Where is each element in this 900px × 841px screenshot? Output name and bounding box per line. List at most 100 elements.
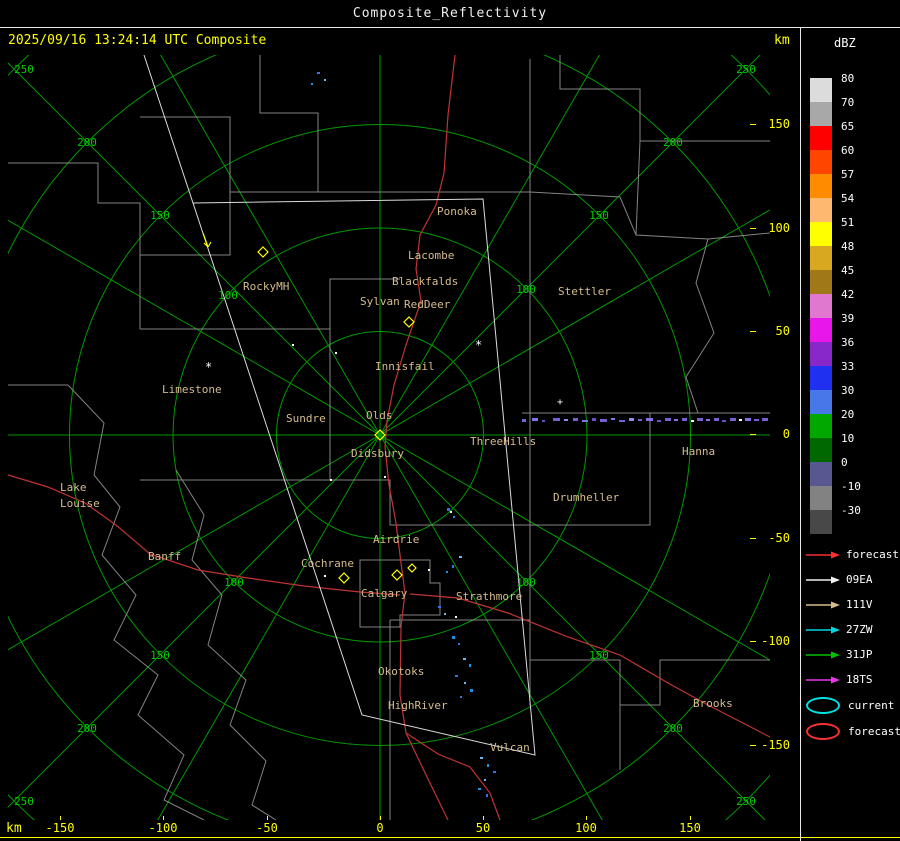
asterisk-marker: * <box>475 338 482 352</box>
svg-text:150: 150 <box>589 209 609 222</box>
colorbar-swatch <box>810 270 832 294</box>
svg-text:250: 250 <box>736 63 756 76</box>
forecast-arrow-icon <box>806 550 842 560</box>
bottom-axis-label: -150 <box>45 821 75 835</box>
track-legend-row: 111V <box>806 592 900 617</box>
city-label: Limestone <box>162 383 222 396</box>
ellipse-legend-row: current <box>806 692 900 718</box>
colorbar-label: 51 <box>841 216 855 229</box>
bottom-axis-tick <box>483 816 484 820</box>
legend-separator-line <box>800 27 801 841</box>
colorbar-label: 20 <box>841 408 855 421</box>
track-label: 09EA <box>846 573 873 586</box>
window-title-bar: Composite_Reflectivity <box>0 0 900 28</box>
city-label: Strathmore <box>456 590 522 603</box>
right-axis-label: -150 <box>761 738 790 752</box>
bottom-axis-unit: km <box>6 821 22 836</box>
colorbar-label: 0 <box>841 456 848 469</box>
colorbar-label: 42 <box>841 288 855 301</box>
city-label: RedDeer <box>404 298 451 311</box>
bottom-axis-label: 100 <box>575 821 597 835</box>
colorbar-label: 80 <box>841 72 855 85</box>
colorbar-swatch <box>810 102 832 126</box>
svg-text:100: 100 <box>516 283 536 296</box>
colorbar-row: -30 <box>810 504 861 534</box>
colorbar-label: 65 <box>841 120 855 133</box>
city-label: Hanna <box>682 445 715 458</box>
window-title: Composite_Reflectivity <box>352 6 548 21</box>
bottom-axis-label: 50 <box>475 821 491 835</box>
right-axis-label: 100 <box>768 221 790 235</box>
track-arrow-icon <box>806 625 842 635</box>
city-label: Sylvan <box>360 295 400 308</box>
svg-text:250: 250 <box>14 795 34 808</box>
city-label: Innisfail <box>375 360 435 373</box>
city-label: Cochrane <box>301 557 354 570</box>
svg-text:250: 250 <box>736 795 756 808</box>
colorbar-label: 36 <box>841 336 855 349</box>
colorbar-label: 60 <box>841 144 855 157</box>
colorbar-swatch <box>810 390 832 414</box>
svg-text:100: 100 <box>224 576 244 589</box>
city-label: Vulcan <box>490 741 530 754</box>
ellipse-legend-row: forecast <box>806 718 900 744</box>
radar-map-canvas: * * + 250 200 150 100 250 200 150 100 25… <box>8 55 770 820</box>
bottom-axis-tick <box>586 816 587 820</box>
right-axis-label: 150 <box>768 117 790 131</box>
track-arrow-icon <box>806 650 842 660</box>
track-arrow-icon <box>806 675 842 685</box>
bottom-axis-tick <box>267 816 268 820</box>
right-axis-unit: km <box>774 33 790 48</box>
radar-map-viewport: * * + 250 200 150 100 250 200 150 100 25… <box>8 55 770 820</box>
colorbar-swatch <box>810 462 832 486</box>
svg-text:100: 100 <box>218 289 238 302</box>
colorbar-label: 30 <box>841 384 855 397</box>
svg-text:200: 200 <box>663 136 683 149</box>
track-legend-row: forecast <box>806 542 900 567</box>
city-label: Airdrie <box>373 533 419 546</box>
colorbar-title: dBZ <box>834 36 856 50</box>
city-label: RockyMH <box>243 280 289 293</box>
colorbar-label: 48 <box>841 240 855 253</box>
svg-text:150: 150 <box>150 649 170 662</box>
track-label: 18TS <box>846 673 873 686</box>
track-legend-row: 18TS <box>806 667 900 692</box>
colorbar-label: -10 <box>841 480 861 493</box>
track-arrow-icon <box>806 600 842 610</box>
storm-vector-icon <box>202 232 212 248</box>
bottom-axis-label: 0 <box>376 821 384 835</box>
track-label: 27ZW <box>846 623 873 636</box>
colorbar-label: 57 <box>841 168 855 181</box>
city-label: HighRiver <box>388 699 448 712</box>
city-label: Stettler <box>558 285 611 298</box>
svg-text:150: 150 <box>589 649 609 662</box>
bottom-axis-tick <box>690 816 691 820</box>
ellipse-label: current <box>848 698 895 712</box>
svg-text:100: 100 <box>516 576 536 589</box>
reflectivity-colorbar: 80 70 65 60 57 54 51 48 45 42 39 36 33 3… <box>810 72 861 534</box>
city-label: Blackfalds <box>392 275 458 288</box>
city-label: Banff <box>148 550 181 563</box>
colorbar-label: 54 <box>841 192 855 205</box>
right-axis-label: -100 <box>761 634 790 648</box>
right-axis-label: 0 <box>782 427 790 441</box>
timestamp-label: 2025/09/16 13:24:14 UTC Composite <box>8 33 267 48</box>
colorbar-swatch <box>810 318 832 342</box>
city-label: Ponoka <box>437 205 477 218</box>
city-label: Sundre <box>286 412 326 425</box>
radar-domain-outline <box>143 55 536 756</box>
svg-text:200: 200 <box>663 722 683 735</box>
colorbar-swatch <box>810 438 832 462</box>
city-label: Okotoks <box>378 665 424 678</box>
ellipse-label: forecast <box>848 724 900 738</box>
track-legend-row: 31JP <box>806 642 900 667</box>
svg-text:250: 250 <box>14 63 34 76</box>
colorbar-label: -30 <box>841 504 861 517</box>
bottom-border-line <box>0 837 900 838</box>
colorbar-label: 70 <box>841 96 855 109</box>
colorbar-swatch <box>810 126 832 150</box>
track-legend-row: 09EA <box>806 567 900 592</box>
colorbar-swatch <box>810 198 832 222</box>
city-label: Olds <box>366 409 393 422</box>
bottom-axis-label: 150 <box>679 821 701 835</box>
